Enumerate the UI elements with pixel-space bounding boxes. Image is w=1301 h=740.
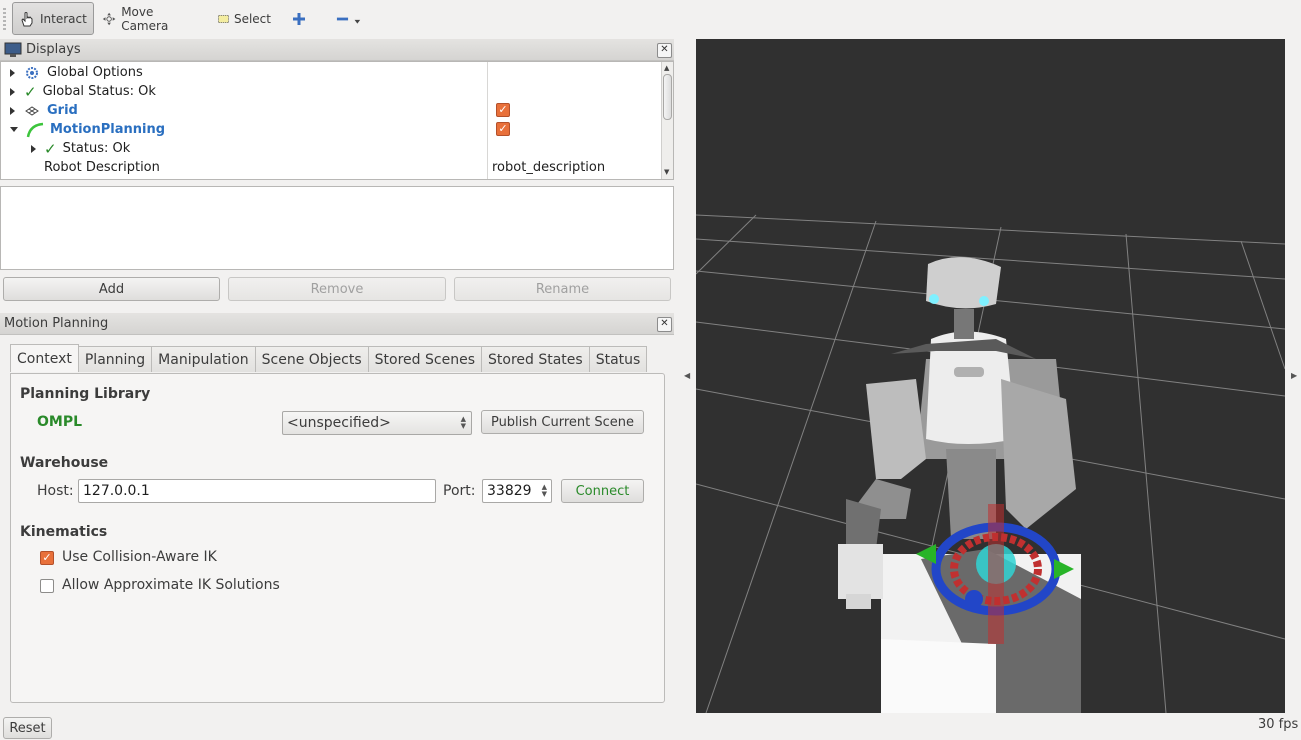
connect-label: Connect bbox=[575, 483, 630, 499]
monitor-icon bbox=[4, 42, 22, 57]
add-label: Add bbox=[98, 281, 125, 297]
check-icon: ✓ bbox=[44, 139, 57, 158]
scroll-down-icon[interactable]: ▼ bbox=[664, 168, 669, 176]
expand-arrow-icon[interactable] bbox=[10, 106, 15, 115]
motion-planning-tabs: Context Planning Manipulation Scene Obje… bbox=[10, 344, 648, 372]
toolbar-grip[interactable] bbox=[3, 8, 6, 30]
tab-planning[interactable]: Planning bbox=[77, 346, 153, 372]
expand-arrow-icon[interactable] bbox=[31, 144, 36, 153]
tree-row-global-status[interactable]: ✓ Global Status: Ok bbox=[1, 82, 488, 101]
displays-tree: Global Options ✓ Global Status: Ok Grid … bbox=[0, 61, 674, 180]
move-camera-label: Move Camera bbox=[121, 4, 169, 33]
tree-label: Status: Ok bbox=[62, 141, 131, 156]
add-display-button[interactable]: Add bbox=[3, 277, 220, 301]
host-input[interactable]: 127.0.0.1 bbox=[78, 479, 436, 503]
motion-planning-enabled-checkbox[interactable]: ✓ bbox=[496, 122, 510, 136]
motion-planning-panel-title: Motion Planning bbox=[0, 313, 674, 335]
motion-planning-icon bbox=[26, 122, 44, 137]
fps-readout: 30 fps bbox=[1258, 717, 1299, 732]
rename-label: Rename bbox=[535, 281, 590, 297]
tree-row-grid[interactable]: Grid bbox=[1, 101, 488, 120]
tab-context[interactable]: Context bbox=[10, 344, 79, 372]
approximate-ik-checkbox[interactable] bbox=[40, 579, 54, 593]
tree-label: Robot Description bbox=[44, 160, 160, 175]
expand-arrow-icon[interactable] bbox=[10, 87, 15, 96]
hand-pointer-icon bbox=[21, 11, 33, 26]
add-tool-button[interactable] bbox=[287, 2, 311, 35]
select-label: Select bbox=[233, 11, 271, 26]
displays-close-button[interactable]: ✕ bbox=[657, 43, 672, 58]
scroll-up-icon[interactable]: ▲ bbox=[664, 64, 669, 72]
interact-label: Interact bbox=[40, 11, 87, 26]
connect-button[interactable]: Connect bbox=[561, 479, 644, 503]
displays-title: Displays bbox=[26, 42, 81, 57]
gear-icon bbox=[26, 66, 38, 79]
expand-arrow-icon[interactable] bbox=[10, 68, 15, 77]
warehouse-heading: Warehouse bbox=[20, 455, 109, 471]
tab-stored-states[interactable]: Stored States bbox=[481, 346, 590, 372]
interact-tool-button[interactable]: Interact bbox=[12, 2, 94, 35]
remove-label: Remove bbox=[310, 281, 364, 297]
motion-planning-title: Motion Planning bbox=[4, 316, 109, 331]
reset-button[interactable]: Reset bbox=[3, 717, 52, 739]
host-label: Host: bbox=[37, 483, 74, 499]
grid-enabled-checkbox[interactable]: ✓ bbox=[496, 103, 510, 117]
planner-select[interactable]: <unspecified> ▲ ▼ bbox=[282, 411, 472, 435]
spin-updown-icon[interactable]: ▲ ▼ bbox=[542, 484, 547, 498]
plus-icon bbox=[293, 12, 305, 25]
select-tool-button[interactable]: Select bbox=[212, 2, 276, 35]
tab-manipulation[interactable]: Manipulation bbox=[151, 346, 256, 372]
displays-scrollbar[interactable]: ▲ ▼ bbox=[661, 62, 673, 179]
splitter-right-arrow-icon[interactable]: ▶ bbox=[1291, 371, 1297, 380]
collision-aware-ik-checkbox[interactable]: ✓ bbox=[40, 551, 54, 565]
kinematics-heading: Kinematics bbox=[20, 524, 108, 540]
move-camera-icon bbox=[102, 12, 116, 25]
display-description-area bbox=[0, 186, 674, 270]
collapse-arrow-icon[interactable] bbox=[10, 127, 18, 132]
tab-stored-scenes[interactable]: Stored Scenes bbox=[367, 346, 482, 372]
publish-label: Publish Current Scene bbox=[490, 414, 635, 430]
tree-label: MotionPlanning bbox=[50, 122, 166, 137]
move-camera-tool-button[interactable]: Move Camera bbox=[96, 2, 201, 35]
port-label: Port: bbox=[443, 483, 476, 499]
motion-planning-close-button[interactable]: ✕ bbox=[657, 317, 672, 332]
port-value: 33829 bbox=[487, 483, 532, 499]
tree-row-global-options[interactable]: Global Options bbox=[1, 63, 488, 82]
toolbar: Interact Move Camera Select bbox=[0, 0, 1301, 38]
approximate-ik-label: Allow Approximate IK Solutions bbox=[62, 577, 280, 593]
robot-description-value[interactable]: robot_description bbox=[492, 158, 605, 177]
tree-label: Global Options bbox=[47, 65, 143, 80]
minus-icon bbox=[336, 17, 361, 24]
splitter-left-arrow-icon[interactable]: ◀ bbox=[684, 371, 690, 380]
tree-label: Grid bbox=[47, 103, 78, 118]
tab-scene-objects[interactable]: Scene Objects bbox=[254, 346, 369, 372]
tree-row-status[interactable]: ✓ Status: Ok bbox=[1, 139, 488, 158]
3d-render-viewport[interactable] bbox=[696, 39, 1285, 713]
grid-icon bbox=[25, 105, 39, 116]
displays-panel-title: Displays bbox=[0, 39, 674, 61]
publish-current-scene-button[interactable]: Publish Current Scene bbox=[481, 410, 644, 434]
port-spinbox[interactable]: 33829 ▲ ▼ bbox=[482, 479, 552, 503]
tree-row-robot-description[interactable]: Robot Description bbox=[1, 158, 488, 177]
check-icon: ✓ bbox=[24, 82, 37, 101]
tree-label: Global Status: Ok bbox=[42, 84, 156, 99]
select-updown-icon: ▲ ▼ bbox=[460, 415, 466, 430]
tab-status[interactable]: Status bbox=[588, 346, 648, 372]
rename-display-button[interactable]: Rename bbox=[454, 277, 671, 301]
collision-aware-ik-label: Use Collision-Aware IK bbox=[62, 549, 217, 565]
robot-scene-render bbox=[696, 214, 1285, 713]
remove-display-button[interactable]: Remove bbox=[228, 277, 446, 301]
planning-library-name: OMPL bbox=[37, 414, 83, 430]
planning-library-heading: Planning Library bbox=[20, 386, 151, 402]
select-rect-icon bbox=[218, 14, 229, 23]
tree-row-motion-planning[interactable]: MotionPlanning bbox=[1, 120, 488, 139]
reset-label: Reset bbox=[9, 720, 46, 736]
remove-tool-button[interactable] bbox=[331, 2, 367, 35]
scrollbar-thumb[interactable] bbox=[663, 74, 672, 120]
planner-select-value: <unspecified> bbox=[287, 415, 391, 431]
